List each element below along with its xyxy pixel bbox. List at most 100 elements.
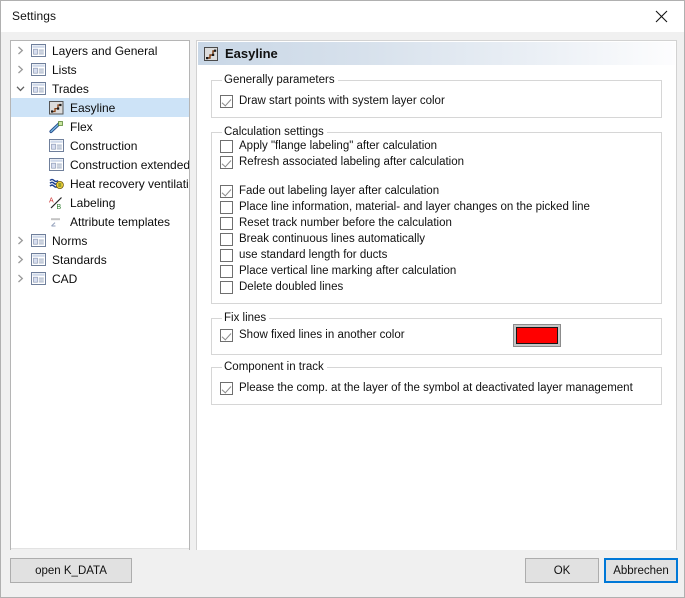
checkbox-row-apply-flange-labeling[interactable]: Apply "flange labeling" after calculatio… bbox=[220, 138, 653, 154]
tree-item-label: Standards bbox=[52, 252, 107, 267]
tree-item-attribute-templates[interactable]: Attribute templates bbox=[11, 212, 189, 231]
window-list-icon bbox=[47, 155, 66, 174]
fix-lines-row: Show fixed lines in another color bbox=[220, 324, 653, 346]
open-k-data-button[interactable]: open K_DATA bbox=[10, 558, 132, 583]
checkbox-row-draw-start-points[interactable]: Draw start points with system layer colo… bbox=[220, 93, 653, 109]
tree-item-heat-recovery-ventilation[interactable]: Heat recovery ventilation bbox=[11, 174, 189, 193]
checkbox-apply-flange-labeling[interactable] bbox=[220, 139, 233, 153]
attribute-templates-icon bbox=[47, 212, 66, 231]
settings-dialog: Settings Layers and General Lists Trades Ea… bbox=[0, 0, 685, 598]
group-legend-calculation: Calculation settings bbox=[224, 126, 324, 138]
checkbox-label-delete-doubled-lines: Delete doubled lines bbox=[239, 281, 344, 293]
ok-button[interactable]: OK bbox=[525, 558, 599, 583]
tree-item-cad[interactable]: CAD bbox=[11, 269, 189, 288]
checkbox-row-place-comp-at-layer[interactable]: Please the comp. at the layer of the sym… bbox=[220, 380, 653, 396]
tree-item-flex[interactable]: Flex bbox=[11, 117, 189, 136]
panel-content: Generally parameters Draw start points w… bbox=[197, 65, 676, 405]
tree-item-standards[interactable]: Standards bbox=[11, 250, 189, 269]
checkbox-label-refresh-associated-labeling: Refresh associated labeling after calcul… bbox=[239, 156, 465, 168]
checkbox-use-standard-length[interactable] bbox=[220, 248, 233, 262]
checkbox-place-comp-at-layer[interactable] bbox=[220, 381, 233, 395]
tree-item-label: Construction extended bbox=[70, 157, 189, 172]
checkbox-draw-start-points[interactable] bbox=[220, 94, 233, 108]
tree-item-label: Construction bbox=[70, 138, 138, 153]
tree-item-layers-and-general[interactable]: Layers and General bbox=[11, 41, 189, 60]
chevron-right-icon[interactable] bbox=[11, 231, 29, 250]
checkbox-label-apply-flange-labeling: Apply "flange labeling" after calculatio… bbox=[239, 140, 438, 152]
checkbox-row-refresh-associated-labeling[interactable]: Refresh associated labeling after calcul… bbox=[220, 154, 653, 170]
tree-item-easyline[interactable]: Easyline bbox=[11, 98, 189, 117]
labeling-icon: AB bbox=[47, 193, 66, 212]
checkbox-row-place-vertical-line-marking[interactable]: Place vertical line marking after calcul… bbox=[220, 263, 653, 279]
checkbox-row-delete-doubled-lines[interactable]: Delete doubled lines bbox=[220, 279, 653, 295]
checkbox-label-place-line-information: Place line information, material- and la… bbox=[239, 201, 590, 213]
close-button[interactable] bbox=[639, 2, 684, 31]
svg-text:B: B bbox=[57, 204, 62, 210]
window-list-icon bbox=[29, 41, 48, 60]
group-legend-component-in-track: Component in track bbox=[224, 361, 324, 373]
window-title: Settings bbox=[12, 9, 57, 23]
tree-item-norms[interactable]: Norms bbox=[11, 231, 189, 250]
tree-item-label: Norms bbox=[52, 233, 88, 248]
tree-item-construction-extended[interactable]: Construction extended bbox=[11, 155, 189, 174]
checkbox-reset-track-number[interactable] bbox=[220, 216, 233, 230]
checkbox-row-reset-track-number[interactable]: Reset track number before the calculatio… bbox=[220, 215, 653, 231]
panel-header: Easyline bbox=[198, 42, 675, 65]
heat-recovery-icon bbox=[47, 174, 66, 193]
cancel-button[interactable]: Abbrechen bbox=[604, 558, 678, 583]
group-legend-fix-lines: Fix lines bbox=[224, 312, 267, 324]
checkbox-row-place-line-information[interactable]: Place line information, material- and la… bbox=[220, 199, 653, 215]
tree-item-label: Attribute templates bbox=[70, 214, 171, 229]
tree-item-lists[interactable]: Lists bbox=[11, 60, 189, 79]
tree-item-label: CAD bbox=[52, 271, 78, 286]
fixed-lines-color-swatch[interactable] bbox=[516, 326, 558, 344]
chevron-down-icon[interactable] bbox=[11, 79, 29, 98]
checkbox-label-place-comp-at-layer: Please the comp. at the layer of the sym… bbox=[239, 382, 633, 394]
checkbox-label-use-standard-length: use standard length for ducts bbox=[239, 249, 388, 261]
window-list-icon bbox=[29, 231, 48, 250]
checkbox-refresh-associated-labeling[interactable] bbox=[220, 155, 233, 169]
checkbox-row-show-fixed-lines[interactable]: Show fixed lines in another color bbox=[220, 327, 405, 343]
tree-item-labeling[interactable]: A B Labeling bbox=[11, 193, 189, 212]
checkbox-label-break-continuous-lines: Break continuous lines automatically bbox=[239, 233, 426, 245]
checkbox-row-fade-out-labeling-layer[interactable]: Fade out labeling layer after calculatio… bbox=[220, 183, 653, 199]
settings-tree[interactable]: Layers and General Lists Trades Easyline Fle… bbox=[11, 41, 189, 549]
group-generally-parameters: Generally parameters Draw start points w… bbox=[211, 74, 662, 118]
checkbox-row-use-standard-length[interactable]: use standard length for ducts bbox=[220, 247, 653, 263]
checkbox-show-fixed-lines[interactable] bbox=[220, 328, 233, 342]
checkbox-label-place-vertical-line-marking: Place vertical line marking after calcul… bbox=[239, 265, 457, 277]
checkbox-delete-doubled-lines[interactable] bbox=[220, 280, 233, 294]
window-list-icon bbox=[29, 79, 48, 98]
chevron-right-icon[interactable] bbox=[11, 269, 29, 288]
window-list-icon bbox=[29, 60, 48, 79]
checkbox-place-vertical-line-marking[interactable] bbox=[220, 264, 233, 278]
easyline-icon bbox=[47, 98, 66, 117]
tree-item-trades[interactable]: Trades bbox=[11, 79, 189, 98]
fixed-lines-color-swatch-wrapper bbox=[516, 326, 558, 344]
checkbox-label-show-fixed-lines: Show fixed lines in another color bbox=[239, 329, 405, 341]
title-bar: Settings bbox=[1, 1, 684, 32]
checkbox-break-continuous-lines[interactable] bbox=[220, 232, 233, 246]
checkbox-place-line-information[interactable] bbox=[220, 200, 233, 214]
checkbox-label-draw-start-points: Draw start points with system layer colo… bbox=[239, 95, 445, 107]
tree-item-label: Labeling bbox=[70, 195, 116, 210]
chevron-right-icon[interactable] bbox=[11, 250, 29, 269]
checkbox-row-break-continuous-lines[interactable]: Break continuous lines automatically bbox=[220, 231, 653, 247]
chevron-right-icon[interactable] bbox=[11, 41, 29, 60]
tree-item-construction[interactable]: Construction bbox=[11, 136, 189, 155]
chevron-right-icon[interactable] bbox=[11, 60, 29, 79]
settings-tree-panel: Layers and General Lists Trades Easyline Fle… bbox=[10, 40, 190, 567]
tree-item-label: Easyline bbox=[70, 100, 116, 115]
checkbox-fade-out-labeling-layer[interactable] bbox=[220, 184, 233, 198]
